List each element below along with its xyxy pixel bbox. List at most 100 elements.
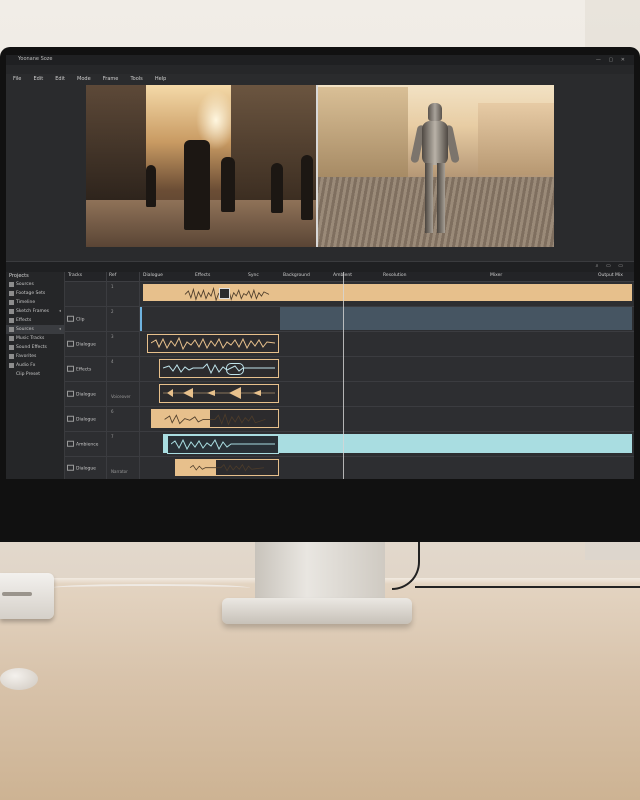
col-resolution: Resolution [383, 273, 407, 278]
track-row[interactable]: Dialogue Voiceover [65, 382, 634, 407]
timeline-panel[interactable]: Tracks Ref Dialogue Effects Sync Backgro… [65, 272, 634, 479]
project-item[interactable]: Audio Fx [6, 361, 64, 370]
toolbar-right-icons[interactable]: ⌕ ▭ ▭ [596, 263, 626, 269]
col-ref: Ref [109, 273, 117, 278]
window-controls[interactable]: — ▢ ✕ [596, 57, 628, 63]
track-row[interactable]: Dialogue 6 [65, 407, 634, 432]
track-row[interactable]: 1 [65, 282, 634, 307]
monitor: Yoonane Soze — ▢ ✕ File Edit Edit Mode F… [0, 47, 640, 542]
track-number: 6 [111, 409, 114, 414]
col-sync: Sync [248, 273, 259, 278]
title-bar: Yoonane Soze — ▢ ✕ [6, 55, 634, 65]
building-a [318, 87, 408, 182]
walker-figure [184, 140, 210, 230]
track-name: Dialogue [67, 340, 96, 347]
walker-figure-5 [301, 155, 313, 220]
audio-clip[interactable] [159, 384, 279, 403]
building-left [86, 85, 146, 200]
menu-file[interactable]: File [13, 75, 21, 84]
folder-icon [9, 318, 14, 323]
col-background: Background [283, 273, 310, 278]
video-clip[interactable] [280, 307, 632, 330]
preview-right-frame [318, 85, 554, 247]
walker-figure-3 [146, 165, 156, 207]
project-item-label: Effects [16, 318, 32, 323]
waveform [163, 387, 275, 399]
audio-clip[interactable] [159, 359, 279, 378]
building-b [478, 103, 554, 175]
track-row[interactable]: Dialogue Narrator [65, 457, 634, 479]
track-name: Effects [67, 365, 91, 372]
folder-icon [9, 282, 14, 287]
project-item[interactable]: Sketch Frames ◂ [6, 307, 64, 316]
track-name: Dialogue [67, 415, 96, 422]
audio-clip[interactable] [147, 334, 279, 353]
project-item[interactable]: Timeline [6, 298, 64, 307]
menu-frame[interactable]: Frame [103, 75, 119, 84]
project-item[interactable]: Clip Preset [6, 370, 64, 379]
col-mixer: Mixer [490, 273, 503, 278]
preview-left-frame [86, 85, 316, 247]
menu-edit-2[interactable]: Edit [55, 75, 65, 84]
project-item[interactable]: Sound Effects [6, 343, 64, 352]
track-name: Dialogue [67, 390, 96, 397]
menu-tools[interactable]: Tools [130, 75, 142, 84]
menu-edit[interactable]: Edit [33, 75, 43, 84]
monitor-cable-run [415, 586, 640, 588]
desk-device [0, 573, 54, 619]
folder-icon [9, 300, 14, 305]
waveform [151, 337, 275, 350]
project-item[interactable]: Favorites [6, 352, 64, 361]
track-indicator [140, 307, 142, 331]
project-item[interactable]: Music Tracks [6, 334, 64, 343]
project-item-selected[interactable]: Sources ◂ [6, 325, 64, 334]
folder-icon [9, 363, 14, 368]
track-row[interactable]: Dialogue 3 [65, 332, 634, 357]
project-item-label: Timeline [16, 300, 36, 305]
track-name: Ambience [67, 440, 98, 447]
menu-help[interactable]: Help [155, 75, 166, 84]
clip-marker[interactable] [219, 288, 230, 299]
project-item[interactable]: Footage Sets [6, 289, 64, 298]
folder-icon [9, 309, 14, 314]
project-item-label: Music Tracks [16, 336, 45, 341]
project-item[interactable]: Effects [6, 316, 64, 325]
knight-figure [410, 103, 460, 243]
desk-cable [50, 584, 250, 592]
project-item-label: Sources [16, 282, 34, 287]
preview-viewer[interactable] [86, 85, 554, 247]
waveform [171, 438, 275, 451]
keyframe-marker[interactable] [226, 363, 244, 375]
project-item-label: Favorites [16, 354, 37, 359]
menu-mode[interactable]: Mode [77, 75, 91, 84]
timeline-header: Tracks Ref Dialogue Effects Sync Backgro… [65, 272, 634, 282]
project-item-label: Clip Preset [16, 372, 40, 377]
project-item-label: Sketch Frames [16, 309, 49, 314]
playhead[interactable] [343, 272, 344, 479]
project-item[interactable]: Sources [6, 280, 64, 289]
track-subtitle: Narrator [111, 469, 128, 474]
desk-mouse [0, 668, 38, 690]
project-item-label: Sources [16, 327, 34, 332]
track-row[interactable]: Ambience 7 [65, 432, 634, 457]
menu-bar: File Edit Edit Mode Frame Tools Help [6, 65, 634, 82]
track-number: 2 [111, 309, 114, 314]
audio-clip[interactable] [167, 435, 279, 454]
walker-figure-4 [271, 163, 283, 213]
walker-figure-2 [221, 157, 235, 212]
track-name: Clip [67, 315, 85, 322]
waveform [189, 464, 264, 472]
col-effects: Effects [195, 273, 211, 278]
folder-icon [9, 345, 14, 350]
track-number: 3 [111, 334, 114, 339]
waveform [163, 363, 275, 375]
track-row[interactable]: Effects 4 [65, 357, 634, 382]
track-row[interactable]: Clip 2 [65, 307, 634, 332]
track-number: 4 [111, 359, 114, 364]
project-item-label: Footage Sets [16, 291, 46, 296]
app-window: Yoonane Soze — ▢ ✕ File Edit Edit Mode F… [6, 55, 634, 479]
track-number: 7 [111, 434, 114, 439]
monitor-stand-base [222, 598, 412, 624]
track-name: Dialogue [67, 464, 96, 471]
project-item-label: Sound Effects [16, 345, 47, 350]
